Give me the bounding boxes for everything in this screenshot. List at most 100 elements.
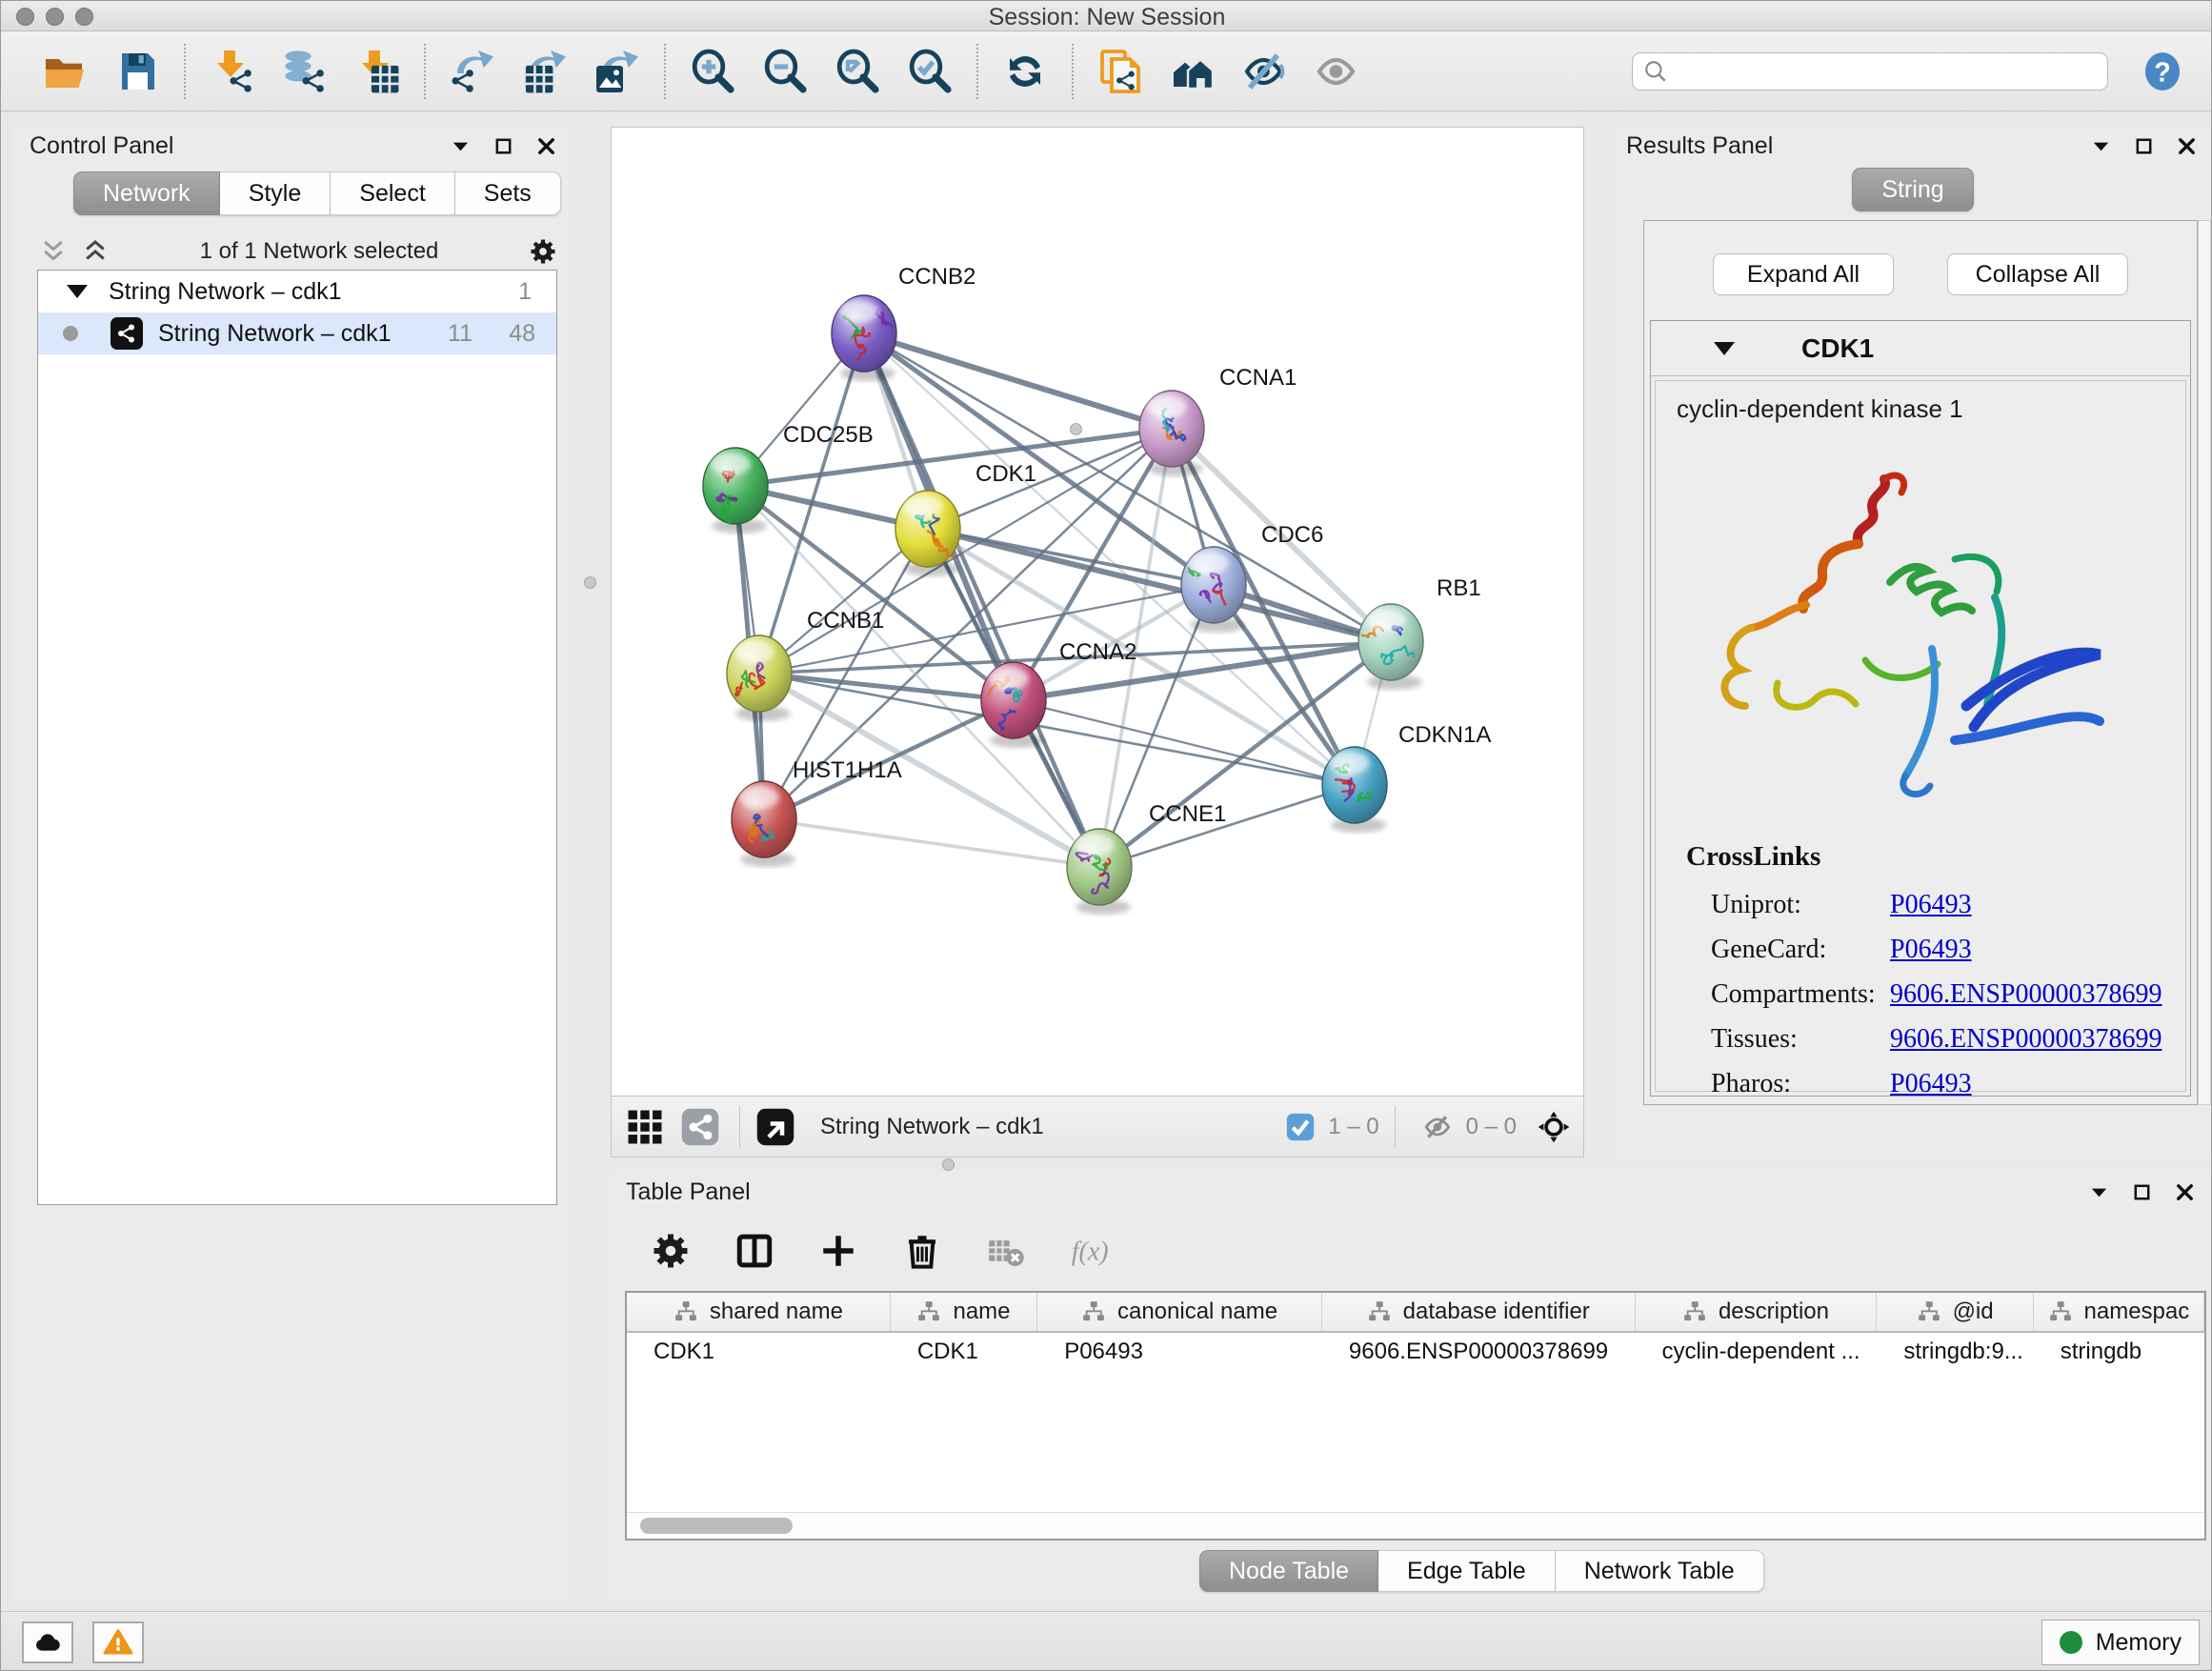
table-cell-canonical-name[interactable]: P06493 xyxy=(1037,1333,1322,1375)
tab-sets[interactable]: Sets xyxy=(455,171,561,215)
graph-edge-CDKN1A-CCNE1[interactable] xyxy=(1099,785,1355,867)
crosslink-link-genecard[interactable]: P06493 xyxy=(1890,935,1972,965)
zoom-fit-icon[interactable] xyxy=(834,48,881,95)
table-cell-name[interactable]: CDK1 xyxy=(891,1333,1037,1375)
graph-edge-HIST1H1A-CCNE1[interactable] xyxy=(764,819,1099,867)
tab-network-table[interactable]: Network Table xyxy=(1556,1550,1764,1592)
delete-icon[interactable] xyxy=(898,1227,946,1275)
table-horizontal-scrollbar[interactable] xyxy=(627,1512,2204,1539)
panel-close-icon[interactable] xyxy=(2174,1181,2196,1203)
birds-eye-view-icon[interactable] xyxy=(755,1107,795,1147)
column-header-shared-name[interactable]: shared name xyxy=(627,1293,891,1331)
graph-edge-CCNB2-CCNE1[interactable] xyxy=(864,333,1099,867)
network-row[interactable]: String Network – cdk1 11 48 xyxy=(38,312,556,354)
tab-node-table[interactable]: Node Table xyxy=(1199,1550,1378,1592)
function-icon[interactable]: f(x) xyxy=(1066,1227,1114,1275)
search-input[interactable] xyxy=(1632,52,2108,91)
crosslink-link-pharos[interactable]: P06493 xyxy=(1890,1069,1972,1099)
table-cell-namespac[interactable]: stringdb xyxy=(2034,1333,2204,1375)
delete-table-icon[interactable] xyxy=(982,1227,1030,1275)
cloud-button[interactable] xyxy=(22,1621,73,1663)
home-icon[interactable] xyxy=(1169,48,1217,95)
show-all-icon[interactable] xyxy=(1314,48,1361,95)
import-database-icon[interactable] xyxy=(281,48,329,95)
panel-menu-icon[interactable] xyxy=(2088,1181,2110,1203)
open-folder-icon[interactable] xyxy=(41,48,89,95)
graph-node-ccne1[interactable]: CCNE1 xyxy=(1067,801,1226,915)
crosslink-link-compartments[interactable]: 9606.ENSP00000378699 xyxy=(1890,979,2162,1010)
tab-edge-table[interactable]: Edge Table xyxy=(1378,1550,1556,1592)
save-icon[interactable] xyxy=(113,48,161,95)
collapse-all-button[interactable]: Collapse All xyxy=(1947,253,2128,295)
import-table-icon[interactable] xyxy=(353,48,401,95)
columns-icon[interactable] xyxy=(731,1227,778,1275)
collapse-all-icon[interactable] xyxy=(39,237,68,266)
graph-node-cdk1[interactable]: CDK1 xyxy=(895,461,1036,576)
help-icon[interactable]: ? xyxy=(2141,50,2184,93)
node-result-header[interactable]: CDK1 xyxy=(1651,321,2190,376)
tab-network[interactable]: Network xyxy=(73,171,220,215)
graph-node-ccna1[interactable]: CCNA1 xyxy=(1139,365,1297,476)
expand-all-button[interactable]: Expand All xyxy=(1713,253,1894,295)
network-canvas[interactable]: CCNB2CCNA1CDC25BCDK1CDC6RB1CCNB1CCNA2CDK… xyxy=(612,128,1583,1096)
zoom-in-icon[interactable] xyxy=(689,48,736,95)
import-network-icon[interactable] xyxy=(209,48,256,95)
export-table-icon[interactable] xyxy=(521,48,569,95)
column-header-name[interactable]: name xyxy=(891,1293,1037,1331)
add-icon[interactable] xyxy=(814,1227,862,1275)
warning-button[interactable] xyxy=(92,1621,144,1663)
expand-all-icon[interactable] xyxy=(81,237,110,266)
zoom-selected-icon[interactable] xyxy=(906,48,954,95)
column-label: description xyxy=(1719,1299,1829,1325)
scrollbar-thumb[interactable] xyxy=(640,1518,793,1534)
panel-menu-icon[interactable] xyxy=(450,135,472,157)
gear-icon[interactable] xyxy=(529,237,557,266)
panel-close-icon[interactable] xyxy=(535,135,557,157)
panel-menu-icon[interactable] xyxy=(2090,135,2112,157)
tab-style[interactable]: Style xyxy=(220,171,332,215)
graph-edge-CCNB2-CCNA1[interactable] xyxy=(864,333,1172,429)
table-cell-shared-name[interactable]: CDK1 xyxy=(627,1333,891,1375)
collection-disclosure-icon[interactable] xyxy=(67,285,88,298)
graph-node-rb1[interactable]: RB1 xyxy=(1358,575,1481,690)
column-header-namespac[interactable]: namespac xyxy=(2034,1293,2204,1331)
hide-selected-icon[interactable] xyxy=(1241,48,1289,95)
fit-selected-crosshair-icon[interactable] xyxy=(1538,1111,1570,1143)
column-header-description[interactable]: description xyxy=(1636,1293,1878,1331)
grid-mode-icon[interactable] xyxy=(625,1107,665,1147)
result-disclosure-icon[interactable] xyxy=(1714,342,1735,355)
memory-button[interactable]: Memory xyxy=(2041,1620,2200,1665)
selected-checkbox-icon[interactable] xyxy=(1284,1111,1317,1143)
hidden-eye-icon[interactable] xyxy=(1422,1111,1455,1143)
graph-edge-CCNB2-RB1[interactable] xyxy=(864,333,1391,642)
vertical-splitter-handle-left[interactable] xyxy=(584,576,596,589)
table-cell-database-identifier[interactable]: 9606.ENSP00000378699 xyxy=(1322,1333,1636,1375)
results-scrollbar[interactable] xyxy=(2198,220,2211,1105)
table-row[interactable]: CDK1CDK1P064939606.ENSP00000378699cyclin… xyxy=(627,1333,2204,1375)
network-mode-icon[interactable] xyxy=(680,1107,720,1147)
panel-float-icon[interactable] xyxy=(493,135,514,157)
column-header-database-identifier[interactable]: database identifier xyxy=(1322,1293,1636,1331)
column-header-canonical-name[interactable]: canonical name xyxy=(1037,1293,1322,1331)
table-cell-description[interactable]: cyclin-dependent ... xyxy=(1635,1333,1877,1375)
crosslink-link-tissues[interactable]: 9606.ENSP00000378699 xyxy=(1890,1024,2162,1055)
zoom-out-icon[interactable] xyxy=(761,48,809,95)
export-image-icon[interactable] xyxy=(593,48,641,95)
vertical-splitter-handle-right[interactable] xyxy=(1070,423,1082,435)
export-network-icon[interactable] xyxy=(449,48,496,95)
refresh-icon[interactable] xyxy=(1001,48,1049,95)
settings-icon[interactable] xyxy=(647,1227,694,1275)
column-header-id[interactable]: @id xyxy=(1877,1293,2033,1331)
copy-style-icon[interactable] xyxy=(1096,48,1144,95)
graph-node-hist1h1a[interactable]: HIST1H1A xyxy=(732,757,902,867)
horizontal-splitter-handle[interactable] xyxy=(942,1158,955,1171)
table-cell-id[interactable]: stringdb:9... xyxy=(1877,1333,2033,1375)
panel-float-icon[interactable] xyxy=(2131,1181,2153,1203)
network-collection-row[interactable]: String Network – cdk1 1 xyxy=(38,271,556,312)
panel-float-icon[interactable] xyxy=(2133,135,2155,157)
crosslink-link-uniprot[interactable]: P06493 xyxy=(1890,890,1972,920)
graph-node-cdkn1a[interactable]: CDKN1A xyxy=(1322,722,1491,833)
tab-string[interactable]: String xyxy=(1852,168,1973,211)
tab-select[interactable]: Select xyxy=(331,171,454,215)
panel-close-icon[interactable] xyxy=(2176,135,2198,157)
